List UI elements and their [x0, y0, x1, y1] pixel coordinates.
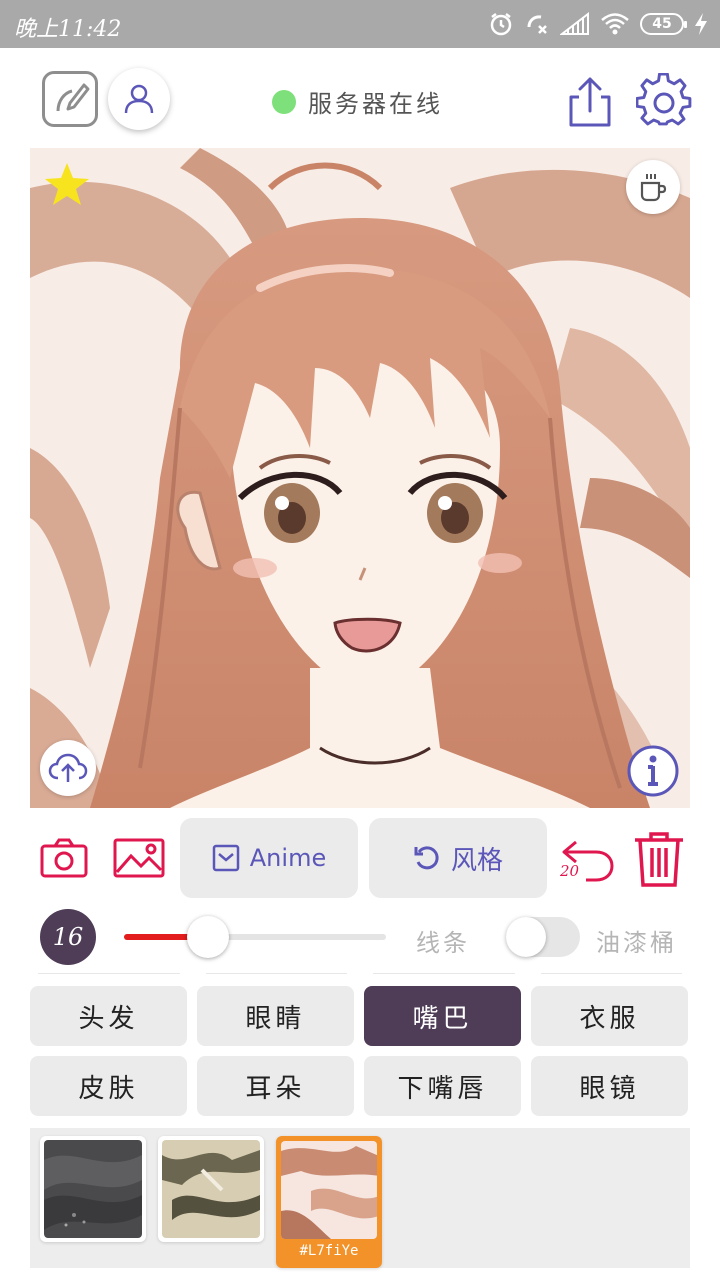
part-selector-grid: 头发 眼睛 嘴巴 衣服 皮肤 耳朵 下嘴唇 眼镜 — [30, 986, 690, 1116]
part-skin[interactable]: 皮肤 — [30, 1056, 187, 1116]
user-icon — [124, 84, 154, 114]
star-icon[interactable] — [42, 160, 92, 210]
share-icon — [569, 77, 611, 127]
battery-level: 45 — [652, 16, 672, 32]
server-online-dot — [272, 89, 296, 114]
brush-row: 16 线条 油漆桶 — [0, 905, 720, 969]
paint-bucket-label: 油漆桶 — [596, 929, 677, 957]
server-status-label: 服务器在线 — [308, 90, 443, 118]
style-label: 风格 — [450, 845, 503, 876]
divider — [38, 973, 180, 974]
part-lower-lip[interactable]: 下嘴唇 — [364, 1056, 521, 1116]
swatch-olive-pattern[interactable] — [158, 1136, 264, 1242]
call-forward-icon — [527, 15, 547, 34]
upload-button[interactable] — [40, 740, 96, 796]
swatch-image — [44, 1140, 142, 1238]
swatch-image — [162, 1140, 260, 1238]
battery-indicator: 45 — [640, 13, 687, 35]
toggle-knob — [506, 917, 546, 957]
mode-anime-button[interactable]: Anime — [180, 818, 358, 898]
status-time: 晚上11:42 — [14, 17, 122, 42]
part-glasses[interactable]: 眼镜 — [531, 1056, 688, 1116]
brush-size-indicator[interactable]: 16 — [40, 909, 96, 965]
action-bar: Anime 风格 20 — [0, 818, 720, 900]
swatch-dark-fabric[interactable] — [40, 1136, 146, 1242]
output-canvas[interactable] — [30, 148, 690, 808]
divider — [540, 973, 682, 974]
part-clothes[interactable]: 衣服 — [531, 986, 688, 1046]
coffee-button[interactable] — [626, 160, 680, 214]
style-button[interactable]: 风格 — [369, 818, 547, 898]
swatch-image — [281, 1141, 377, 1239]
divider-row — [30, 973, 690, 975]
divider — [373, 973, 515, 974]
slider-thumb[interactable] — [186, 916, 229, 958]
settings-button[interactable] — [633, 70, 695, 132]
info-icon[interactable] — [626, 744, 680, 798]
paint-bucket-toggle[interactable] — [506, 917, 580, 957]
signal-icon — [560, 12, 589, 35]
alarm-icon — [490, 13, 512, 36]
brush-size-value: 16 — [52, 923, 84, 951]
divider — [205, 973, 347, 974]
part-eyes[interactable]: 眼睛 — [197, 986, 354, 1046]
camera-icon[interactable] — [40, 838, 88, 878]
server-status: 服务器在线 — [272, 84, 443, 119]
part-hair[interactable]: 头发 — [30, 986, 187, 1046]
swatch-peach-pattern[interactable]: #L7fiYe — [276, 1136, 382, 1268]
swatch-caption: #L7fiYe — [299, 1243, 359, 1259]
refresh-icon — [414, 846, 439, 870]
style-swatch-list: #L7fiYe — [30, 1128, 690, 1268]
status-icons: 45 — [488, 9, 708, 39]
app-screen: 晚上11:42 45 服务器在线 Anime 风格 20 16 线条 油漆桶 头… — [0, 0, 720, 1280]
undo-button[interactable]: 20 — [558, 834, 616, 882]
user-button[interactable] — [108, 68, 170, 130]
share-button[interactable] — [562, 74, 618, 130]
trash-icon[interactable] — [632, 830, 686, 888]
sketch-edit-icon — [56, 83, 90, 112]
brush-size-slider[interactable] — [124, 916, 386, 958]
cloud-upload-icon — [48, 753, 88, 782]
coffee-cup-icon — [640, 174, 667, 202]
anime-girl-illustration — [30, 148, 690, 808]
checkbox-icon — [212, 844, 240, 872]
wifi-icon — [601, 13, 629, 35]
mode-label: Anime — [249, 844, 327, 872]
gear-icon — [636, 73, 692, 126]
status-bar: 晚上11:42 45 — [0, 0, 720, 48]
line-mode-label: 线条 — [416, 929, 470, 957]
image-icon[interactable] — [113, 838, 165, 878]
sketch-editor-button[interactable] — [42, 71, 98, 127]
part-mouth[interactable]: 嘴巴 — [364, 986, 521, 1046]
undo-count: 20 — [560, 862, 580, 880]
part-ears[interactable]: 耳朵 — [197, 1056, 354, 1116]
top-bar: 服务器在线 — [0, 48, 720, 148]
charging-icon — [695, 13, 707, 35]
